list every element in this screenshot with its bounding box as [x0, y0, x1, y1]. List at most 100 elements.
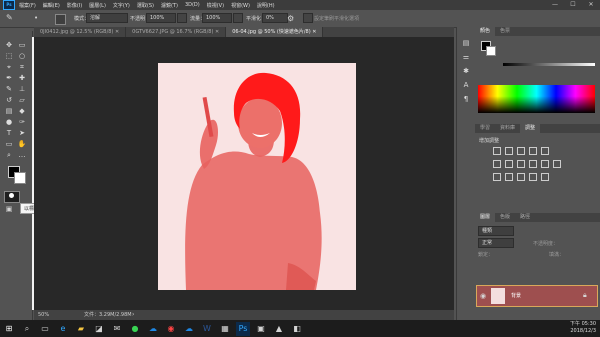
canvas-area[interactable]	[34, 37, 454, 310]
menu-image[interactable]: 影像(I)	[67, 2, 82, 9]
adj-posterize-icon[interactable]	[505, 173, 513, 181]
lasso-tool-icon[interactable]: ○	[17, 52, 27, 60]
brightness-slider[interactable]	[503, 63, 595, 66]
teams-icon[interactable]: ▦	[218, 322, 232, 336]
blend-mode-select[interactable]: 正常	[478, 238, 514, 248]
word-icon[interactable]: W	[200, 322, 214, 336]
close-button[interactable]: ✕	[582, 0, 600, 10]
app-icon[interactable]: ◧	[290, 322, 304, 336]
chrome-icon[interactable]: ◉	[164, 322, 178, 336]
airbrush-icon[interactable]	[233, 13, 243, 23]
taskview-icon[interactable]: ▭	[38, 322, 52, 336]
brush-settings-icon[interactable]: ✱	[461, 67, 471, 75]
menu-layer[interactable]: 圖層(L)	[89, 2, 106, 9]
adj-photofilter-icon[interactable]	[529, 160, 537, 168]
menu-filter[interactable]: 濾鏡(T)	[161, 2, 178, 9]
brush-tool-icon[interactable]: ✎	[4, 85, 14, 93]
onedrive2-icon[interactable]: ☁	[182, 322, 196, 336]
tab-doc-3[interactable]: 06-04.jpg @ 50% (快速遮色片/8) ✕	[226, 27, 324, 37]
menu-type[interactable]: 文字(Y)	[113, 2, 130, 9]
zoom-level[interactable]: 50%	[38, 310, 49, 320]
blur-tool-icon[interactable]: ◆	[17, 107, 27, 115]
clock[interactable]: 下午 05:30 2018/12/3	[570, 321, 596, 335]
shape-tool-icon[interactable]: ▭	[4, 140, 14, 148]
pressure-size-icon[interactable]	[303, 13, 313, 23]
mode-select[interactable]: 溶解	[86, 13, 128, 23]
color-bg-swatch[interactable]	[486, 46, 496, 56]
onedrive-icon[interactable]: ☁	[146, 322, 160, 336]
pen-tool-icon[interactable]: ✑	[17, 118, 27, 126]
layer-name[interactable]: 背景	[511, 292, 521, 299]
explorer2-icon[interactable]: ▣	[254, 322, 268, 336]
crop-tool-icon[interactable]: ⌗	[17, 63, 27, 71]
more-tools-icon[interactable]: …	[17, 151, 27, 159]
eyedropper-tool-icon[interactable]: ✒	[4, 74, 14, 82]
background-color-swatch[interactable]	[14, 172, 26, 184]
menu-edit[interactable]: 編輯(E)	[43, 2, 60, 9]
screen-mode-icon[interactable]: ▣	[4, 205, 14, 213]
marquee-tool-icon[interactable]: ⬚	[4, 52, 14, 60]
minimize-button[interactable]: —	[546, 0, 564, 10]
search-icon[interactable]: ⌕	[20, 322, 34, 336]
menu-view[interactable]: 檢視(V)	[207, 2, 224, 9]
menu-help[interactable]: 說明(H)	[257, 2, 275, 9]
mail-icon[interactable]: ✉	[110, 322, 124, 336]
hand-tool-icon[interactable]: ✋	[17, 140, 27, 148]
adj-levels-icon[interactable]	[505, 147, 513, 155]
smoothing-input[interactable]: 0%	[262, 13, 288, 23]
adj-bw-icon[interactable]	[517, 160, 525, 168]
photos-icon[interactable]: ▲	[272, 322, 286, 336]
menu-3d[interactable]: 3D(D)	[185, 2, 200, 8]
tab-color[interactable]: 顏色	[475, 27, 496, 36]
windows-icon[interactable]: ⊞	[2, 322, 16, 336]
tab-adjustments[interactable]: 調整	[520, 124, 541, 133]
photoshop-icon[interactable]: Ps	[236, 321, 250, 336]
flow-input[interactable]: 100%	[202, 13, 232, 23]
adj-mixer-icon[interactable]	[541, 160, 549, 168]
adj-threshold-icon[interactable]	[517, 173, 525, 181]
tab-library[interactable]: 資料庫	[495, 124, 520, 133]
adj-brightness-icon[interactable]	[493, 147, 501, 155]
zoom-tool-icon[interactable]: ⌕	[4, 151, 14, 159]
adj-lookup-icon[interactable]	[553, 160, 561, 168]
gradient-tool-icon[interactable]: ▤	[4, 107, 14, 115]
menu-select[interactable]: 選取(S)	[137, 2, 154, 9]
store-icon[interactable]: ◪	[92, 322, 106, 336]
paragraph-panel-icon[interactable]: ¶	[461, 95, 471, 103]
layer-row-background[interactable]: ◉ 背景 🔒︎	[476, 285, 598, 307]
tab-swatches[interactable]: 色票	[495, 27, 515, 36]
eraser-tool-icon[interactable]: ▱	[17, 96, 27, 104]
adj-vibrance-icon[interactable]	[541, 147, 549, 155]
tab-paths[interactable]: 路徑	[515, 213, 535, 222]
history-panel-icon[interactable]: ▤	[461, 39, 471, 47]
opacity-input[interactable]: 100%	[146, 13, 176, 23]
document-image[interactable]	[34, 37, 454, 310]
line-icon[interactable]: ●	[128, 322, 142, 336]
adj-curves-icon[interactable]	[517, 147, 525, 155]
tab-learn[interactable]: 學習	[475, 124, 495, 133]
move-tool-icon[interactable]: ✥	[4, 41, 14, 49]
tab-doc-1[interactable]: 0JI0412.jpg @ 12.5% (RGB/8) ✕	[34, 27, 127, 37]
adj-hue-icon[interactable]	[493, 160, 501, 168]
brush-tool-icon[interactable]: ✎	[6, 13, 16, 23]
tab-layers[interactable]: 圖層	[475, 213, 496, 222]
color-spectrum[interactable]	[478, 85, 595, 113]
menu-window[interactable]: 視窗(W)	[231, 2, 250, 9]
adj-exposure-icon[interactable]	[529, 147, 537, 155]
adj-gradientmap-icon[interactable]	[529, 173, 537, 181]
adj-invert-icon[interactable]	[493, 173, 501, 181]
menu-file[interactable]: 檔案(F)	[19, 2, 36, 9]
adj-balance-icon[interactable]	[505, 160, 513, 168]
gear-icon[interactable]: ⚙	[287, 14, 296, 23]
maximize-button[interactable]: ☐	[564, 0, 582, 10]
adj-selective-icon[interactable]	[541, 173, 549, 181]
quick-select-tool-icon[interactable]: ⌖	[4, 63, 14, 71]
status-arrow-icon[interactable]: ›	[132, 310, 134, 320]
tab-doc-2[interactable]: 0GTV6627.JPG @ 16.7% (RGB/8) ✕	[126, 27, 227, 37]
properties-panel-icon[interactable]: ⚌	[461, 53, 471, 61]
type-tool-icon[interactable]: T	[4, 129, 14, 137]
character-panel-icon[interactable]: A	[461, 81, 471, 89]
healing-tool-icon[interactable]: ✚	[17, 74, 27, 82]
artboard-tool-icon[interactable]: ▭	[17, 41, 27, 49]
tab-channels[interactable]: 色版	[495, 213, 515, 222]
